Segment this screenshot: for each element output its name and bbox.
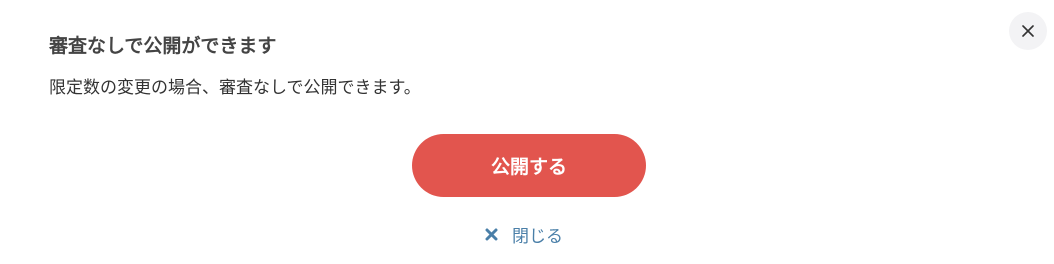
close-link[interactable]: 閉じる (485, 220, 563, 248)
close-link-label: 閉じる (512, 226, 563, 247)
dialog-title: 審査なしで公開ができます (49, 35, 277, 57)
publish-button[interactable]: 公開する (412, 134, 646, 197)
publish-dialog: 審査なしで公開ができます 限定数の変更の場合、審査なしで公開できます。 公開する… (0, 0, 1054, 264)
close-icon (485, 228, 498, 240)
dialog-close-button[interactable] (1009, 12, 1047, 50)
dialog-message: 限定数の変更の場合、審査なしで公開できます。 (49, 78, 421, 98)
close-icon (1022, 25, 1034, 37)
